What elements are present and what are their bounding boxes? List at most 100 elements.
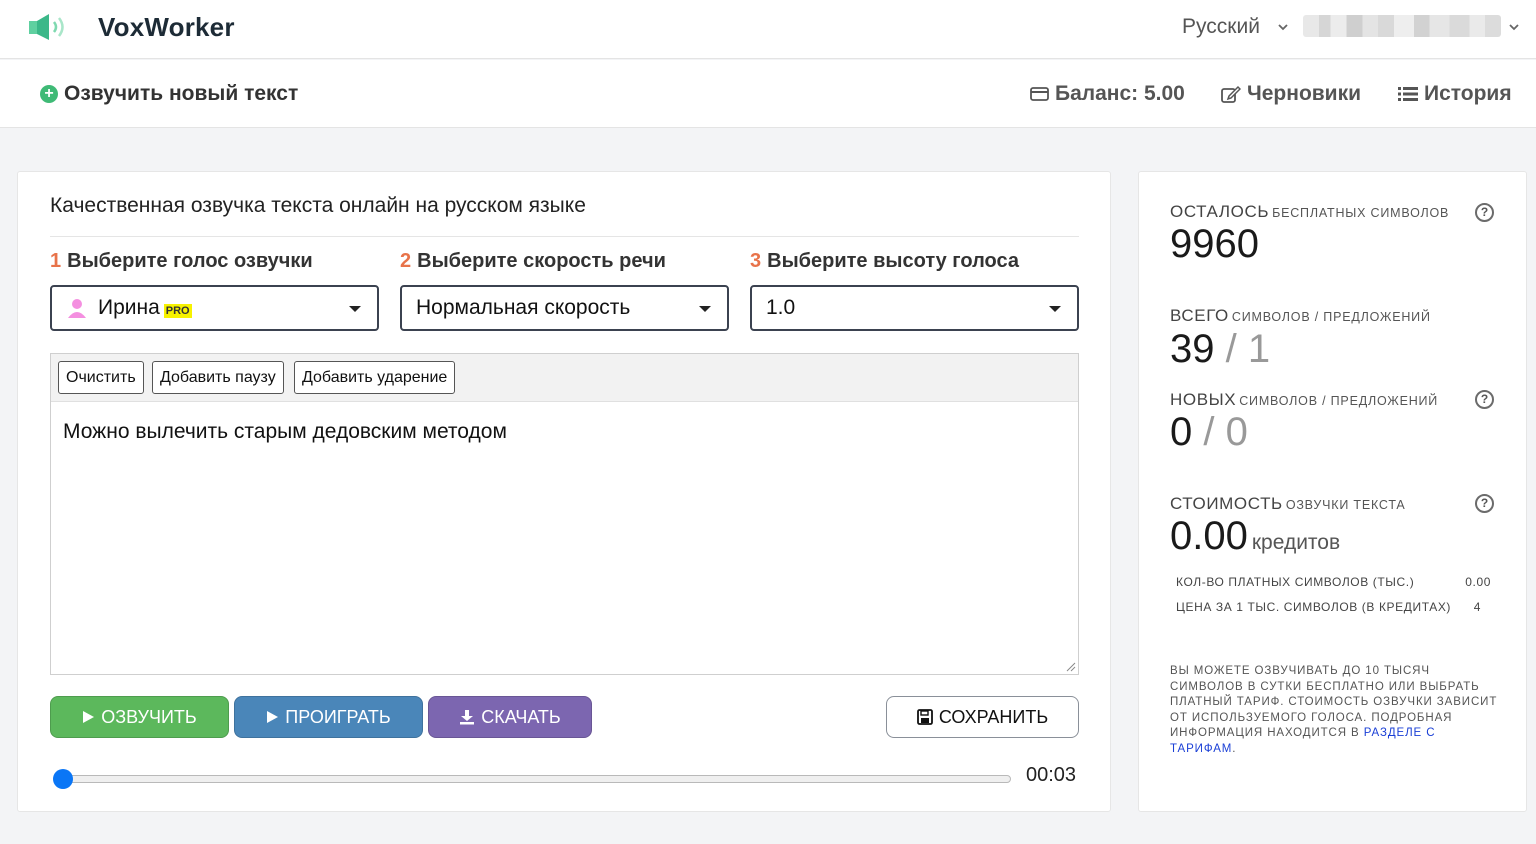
play-button-label: ПРОИГРАТЬ: [285, 706, 391, 727]
step-number: 3: [750, 250, 762, 272]
save-button[interactable]: СОХРАНИТЬ: [886, 696, 1079, 738]
voice-select[interactable]: Ирина PRO: [50, 285, 379, 331]
chevron-down-icon[interactable]: [1507, 20, 1521, 34]
drafts-label: Черновики: [1247, 82, 1362, 105]
play-icon: [267, 711, 279, 723]
list-icon: [1398, 87, 1418, 101]
pro-badge: PRO: [163, 304, 192, 318]
history-link[interactable]: История: [1398, 82, 1512, 106]
new-text-label: Озвучить новый текст: [64, 82, 299, 105]
save-button-label: СОХРАНИТЬ: [938, 706, 1049, 727]
speak-button[interactable]: ОЗВУЧИТЬ: [50, 696, 229, 738]
pitch-select-value: 1.0: [766, 296, 796, 319]
step-number: 2: [400, 250, 412, 272]
audio-progress-bar[interactable]: [58, 775, 1011, 783]
paid-chars-label: КОЛ-ВО ПЛАТНЫХ СИМВОЛОВ (ТЫС.): [1176, 575, 1415, 589]
download-icon: [460, 710, 475, 725]
total-label-sub: символов / предложений: [1231, 310, 1431, 324]
paid-chars-value: 0.00: [1465, 575, 1491, 589]
price-row: ЦЕНА ЗА 1 ТЫС. СИМВОЛОВ (В КРЕДИТАХ) 4: [1176, 600, 1491, 614]
remaining-label-main: ОСТАЛОСЬ: [1170, 202, 1270, 221]
new-sentences: 0: [1225, 410, 1248, 454]
paid-chars-row: КОЛ-ВО ПЛАТНЫХ СИМВОЛОВ (ТЫС.) 0.00: [1176, 575, 1491, 589]
remaining-label: ОСТАЛОСЬ бесплатных символов: [1170, 202, 1449, 222]
new-text-link[interactable]: + Озвучить новый текст: [40, 82, 298, 106]
edit-icon: [1221, 85, 1241, 103]
cost-label-sub: озвучки текста: [1285, 498, 1406, 512]
play-button[interactable]: ПРОИГРАТЬ: [234, 696, 423, 738]
cost-label-main: СТОИМОСТЬ: [1170, 494, 1283, 513]
stats-panel: ОСТАЛОСЬ бесплатных символов ? 9960 ВСЕГО…: [1138, 171, 1527, 812]
price-value: 4: [1473, 600, 1481, 614]
plus-circle-icon: +: [40, 85, 58, 103]
remaining-label-sub: бесплатных символов: [1272, 206, 1450, 220]
step-voice-label: 1 Выберите голос озвучки: [50, 250, 313, 273]
clear-button[interactable]: Очистить: [58, 361, 144, 394]
app-logo-text[interactable]: VoxWorker: [98, 12, 235, 43]
user-menu-blurred[interactable]: [1303, 15, 1501, 37]
total-label: ВСЕГО символов / предложений: [1170, 306, 1431, 326]
step-number: 1: [50, 250, 62, 272]
cost-unit: кредитов: [1251, 531, 1341, 554]
page-title: Качественная озвучка текста онлайн на ру…: [50, 194, 586, 217]
download-button-label: СКАЧАТЬ: [481, 706, 561, 727]
voice-select-value: Ирина: [98, 296, 160, 319]
step-text: Выберите высоту голоса: [767, 250, 1019, 272]
new-label-main: НОВЫХ: [1170, 390, 1237, 409]
speed-select-value: Нормальная скорость: [416, 296, 631, 319]
floppy-disk-icon: [916, 709, 933, 725]
remaining-value: 9960: [1170, 222, 1259, 266]
editor-toolbar: Очистить Добавить паузу Добавить ударени…: [51, 354, 1078, 402]
speaker-logo-icon[interactable]: [27, 12, 69, 42]
sub-navigation: + Озвучить новый текст Баланс: 5.00 Черн…: [0, 60, 1536, 128]
tariff-note-end: .: [1232, 742, 1237, 755]
tariff-note-text: Вы можете озвучивать до 10 тысяч символо…: [1170, 665, 1498, 739]
audio-progress-handle[interactable]: [53, 769, 73, 789]
cost-value: 0.00 кредитов: [1170, 514, 1340, 559]
top-header: VoxWorker Русский: [0, 0, 1536, 59]
user-icon: [68, 299, 86, 318]
price-label: ЦЕНА ЗА 1 ТЫС. СИМВОЛОВ (В КРЕДИТАХ): [1176, 600, 1452, 614]
new-chars: 0: [1170, 410, 1193, 454]
add-pause-button[interactable]: Добавить паузу: [152, 361, 284, 394]
history-label: История: [1424, 82, 1512, 105]
help-icon[interactable]: ?: [1475, 494, 1494, 513]
divider: [50, 236, 1079, 237]
help-icon[interactable]: ?: [1475, 390, 1494, 409]
chevron-down-icon[interactable]: [1276, 20, 1290, 34]
caret-down-icon: [349, 306, 361, 312]
credit-card-icon: [1030, 87, 1049, 101]
separator: /: [1203, 410, 1215, 454]
balance-label: Баланс: 5.00: [1055, 82, 1185, 105]
new-label: НОВЫХ символов / предложений: [1170, 390, 1438, 410]
help-icon[interactable]: ?: [1475, 203, 1494, 222]
total-sentences: 1: [1247, 327, 1271, 371]
play-icon: [83, 711, 95, 723]
step-text: Выберите скорость речи: [417, 250, 666, 272]
add-stress-button[interactable]: Добавить ударение: [294, 361, 456, 394]
new-label-sub: символов / предложений: [1239, 394, 1439, 408]
new-value: 0 / 0: [1170, 410, 1248, 455]
speak-button-label: ОЗВУЧИТЬ: [101, 706, 197, 727]
download-button[interactable]: СКАЧАТЬ: [428, 696, 592, 738]
audio-time: 00:03: [1026, 764, 1077, 786]
pitch-select[interactable]: 1.0: [750, 285, 1079, 331]
caret-down-icon: [1049, 306, 1061, 312]
total-label-main: ВСЕГО: [1170, 306, 1229, 325]
total-chars: 39: [1170, 327, 1215, 371]
balance-link[interactable]: Баланс: 5.00: [1030, 82, 1185, 106]
text-editor: Очистить Добавить паузу Добавить ударени…: [50, 353, 1079, 675]
caret-down-icon: [699, 306, 711, 312]
total-value: 39 / 1: [1170, 327, 1270, 372]
tariff-note: Вы можете озвучивать до 10 тысяч символо…: [1170, 664, 1500, 757]
separator: /: [1225, 327, 1237, 371]
text-input[interactable]: Можно вылечить старым дедовским методом: [63, 420, 507, 444]
language-selector[interactable]: Русский: [1182, 15, 1260, 39]
drafts-link[interactable]: Черновики: [1221, 82, 1361, 106]
cost-amount: 0.00: [1170, 514, 1248, 558]
resize-handle-icon[interactable]: [1066, 662, 1076, 672]
step-text: Выберите голос озвучки: [67, 250, 313, 272]
tts-editor-card: Качественная озвучка текста онлайн на ру…: [17, 171, 1111, 812]
cost-label: СТОИМОСТЬ озвучки текста: [1170, 494, 1406, 514]
speed-select[interactable]: Нормальная скорость: [400, 285, 729, 331]
